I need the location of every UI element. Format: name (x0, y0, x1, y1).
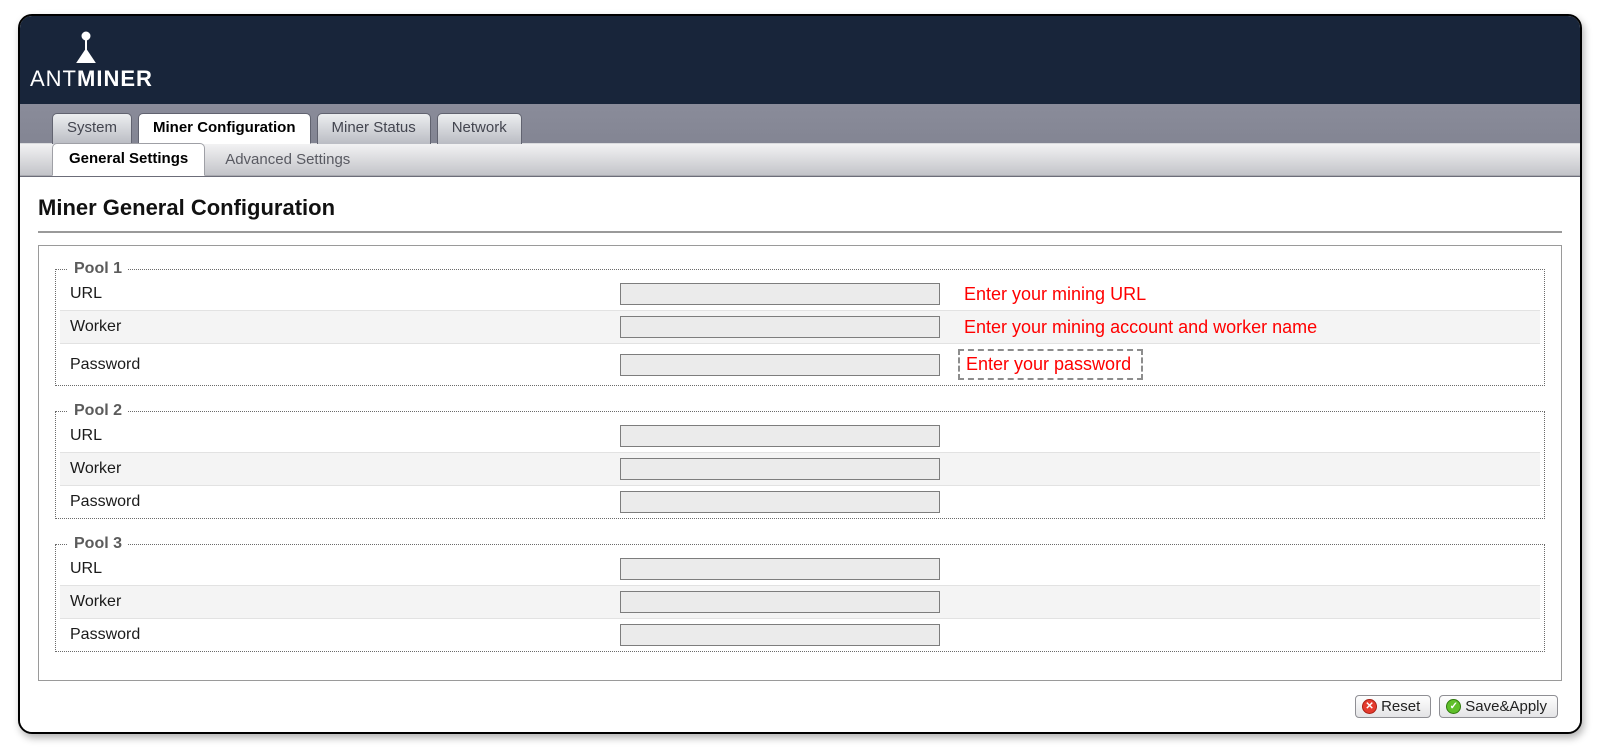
field-hint: Enter your password (950, 349, 1540, 380)
pool-1-worker-input[interactable] (620, 316, 940, 338)
pool-3-worker-input[interactable] (620, 591, 940, 613)
pool-1-row-url: URL Enter your mining URL (60, 278, 1540, 310)
field-label: Password (60, 493, 620, 511)
check-icon: ✓ (1446, 699, 1461, 714)
field-label: URL (60, 560, 620, 578)
brand-bold: MINER (77, 66, 153, 91)
pool-3-row-password: Password (60, 618, 1540, 651)
footer-buttons: ✕ Reset ✓ Save&Apply (38, 681, 1562, 718)
pool-1-password-input[interactable] (620, 354, 940, 376)
form-container: Pool 1 URL Enter your mining URL Worker Ente… (38, 245, 1562, 681)
pool-3-password-input[interactable] (620, 624, 940, 646)
main-tab-miner-status[interactable]: Miner Status (317, 113, 431, 144)
app-window: ANTMINER SystemMiner ConfigurationMiner … (18, 14, 1582, 734)
pool-2-worker-input[interactable] (620, 458, 940, 480)
pool-3-row-url: URL (60, 553, 1540, 585)
svg-text:ANTMINER: ANTMINER (30, 66, 153, 91)
pool-1-fieldset: Pool 1 URL Enter your mining URL Worker Ente… (55, 260, 1545, 386)
field-label: Password (60, 626, 620, 644)
pool-1-row-worker: Worker Enter your mining account and work… (60, 310, 1540, 343)
pool-1-legend: Pool 1 (68, 260, 128, 278)
pool-2-fieldset: Pool 2 URL Worker Password (55, 402, 1545, 519)
field-label: Worker (60, 593, 620, 611)
brand-logo: ANTMINER (30, 30, 160, 94)
pool-3-row-worker: Worker (60, 585, 1540, 618)
pool-2-row-url: URL (60, 420, 1540, 452)
save-apply-button-label: Save&Apply (1465, 698, 1547, 715)
title-separator (38, 231, 1562, 233)
save-apply-button[interactable]: ✓ Save&Apply (1439, 695, 1558, 718)
sub-tab-general-settings[interactable]: General Settings (52, 143, 205, 176)
pool-2-legend: Pool 2 (68, 402, 128, 420)
pool-2-url-input[interactable] (620, 425, 940, 447)
reset-button[interactable]: ✕ Reset (1355, 695, 1431, 718)
main-tab-network[interactable]: Network (437, 113, 522, 144)
pool-3-url-input[interactable] (620, 558, 940, 580)
field-label: Password (60, 356, 620, 374)
main-tabs: SystemMiner ConfigurationMiner StatusNet… (20, 112, 1580, 143)
sub-tab-bar: General SettingsAdvanced Settings (20, 143, 1580, 176)
reset-button-label: Reset (1381, 698, 1420, 715)
field-label: Worker (60, 460, 620, 478)
topbar: ANTMINER (20, 16, 1580, 104)
page-title: Miner General Configuration (38, 195, 1562, 221)
pool-3-fieldset: Pool 3 URL Worker Password (55, 535, 1545, 652)
field-hint: Enter your mining account and worker nam… (950, 317, 1540, 338)
close-icon: ✕ (1362, 699, 1377, 714)
pool-1-row-password: Password Enter your password (60, 343, 1540, 385)
sub-tab-advanced-settings[interactable]: Advanced Settings (209, 145, 366, 176)
pool-2-password-input[interactable] (620, 491, 940, 513)
field-hint: Enter your mining URL (950, 284, 1540, 305)
field-label: URL (60, 427, 620, 445)
hint-highlight-box: Enter your password (958, 349, 1143, 380)
main-tab-system[interactable]: System (52, 113, 132, 144)
field-label: Worker (60, 318, 620, 336)
pool-3-legend: Pool 3 (68, 535, 128, 553)
pool-1-url-input[interactable] (620, 283, 940, 305)
pool-2-row-worker: Worker (60, 452, 1540, 485)
field-label: URL (60, 285, 620, 303)
main-tab-miner-configuration[interactable]: Miner Configuration (138, 113, 311, 144)
pool-2-row-password: Password (60, 485, 1540, 518)
content-area: Miner General Configuration Pool 1 URL Ent… (20, 177, 1580, 732)
nav-strip: SystemMiner ConfigurationMiner StatusNet… (20, 104, 1580, 177)
brand-thin: ANT (30, 66, 77, 91)
